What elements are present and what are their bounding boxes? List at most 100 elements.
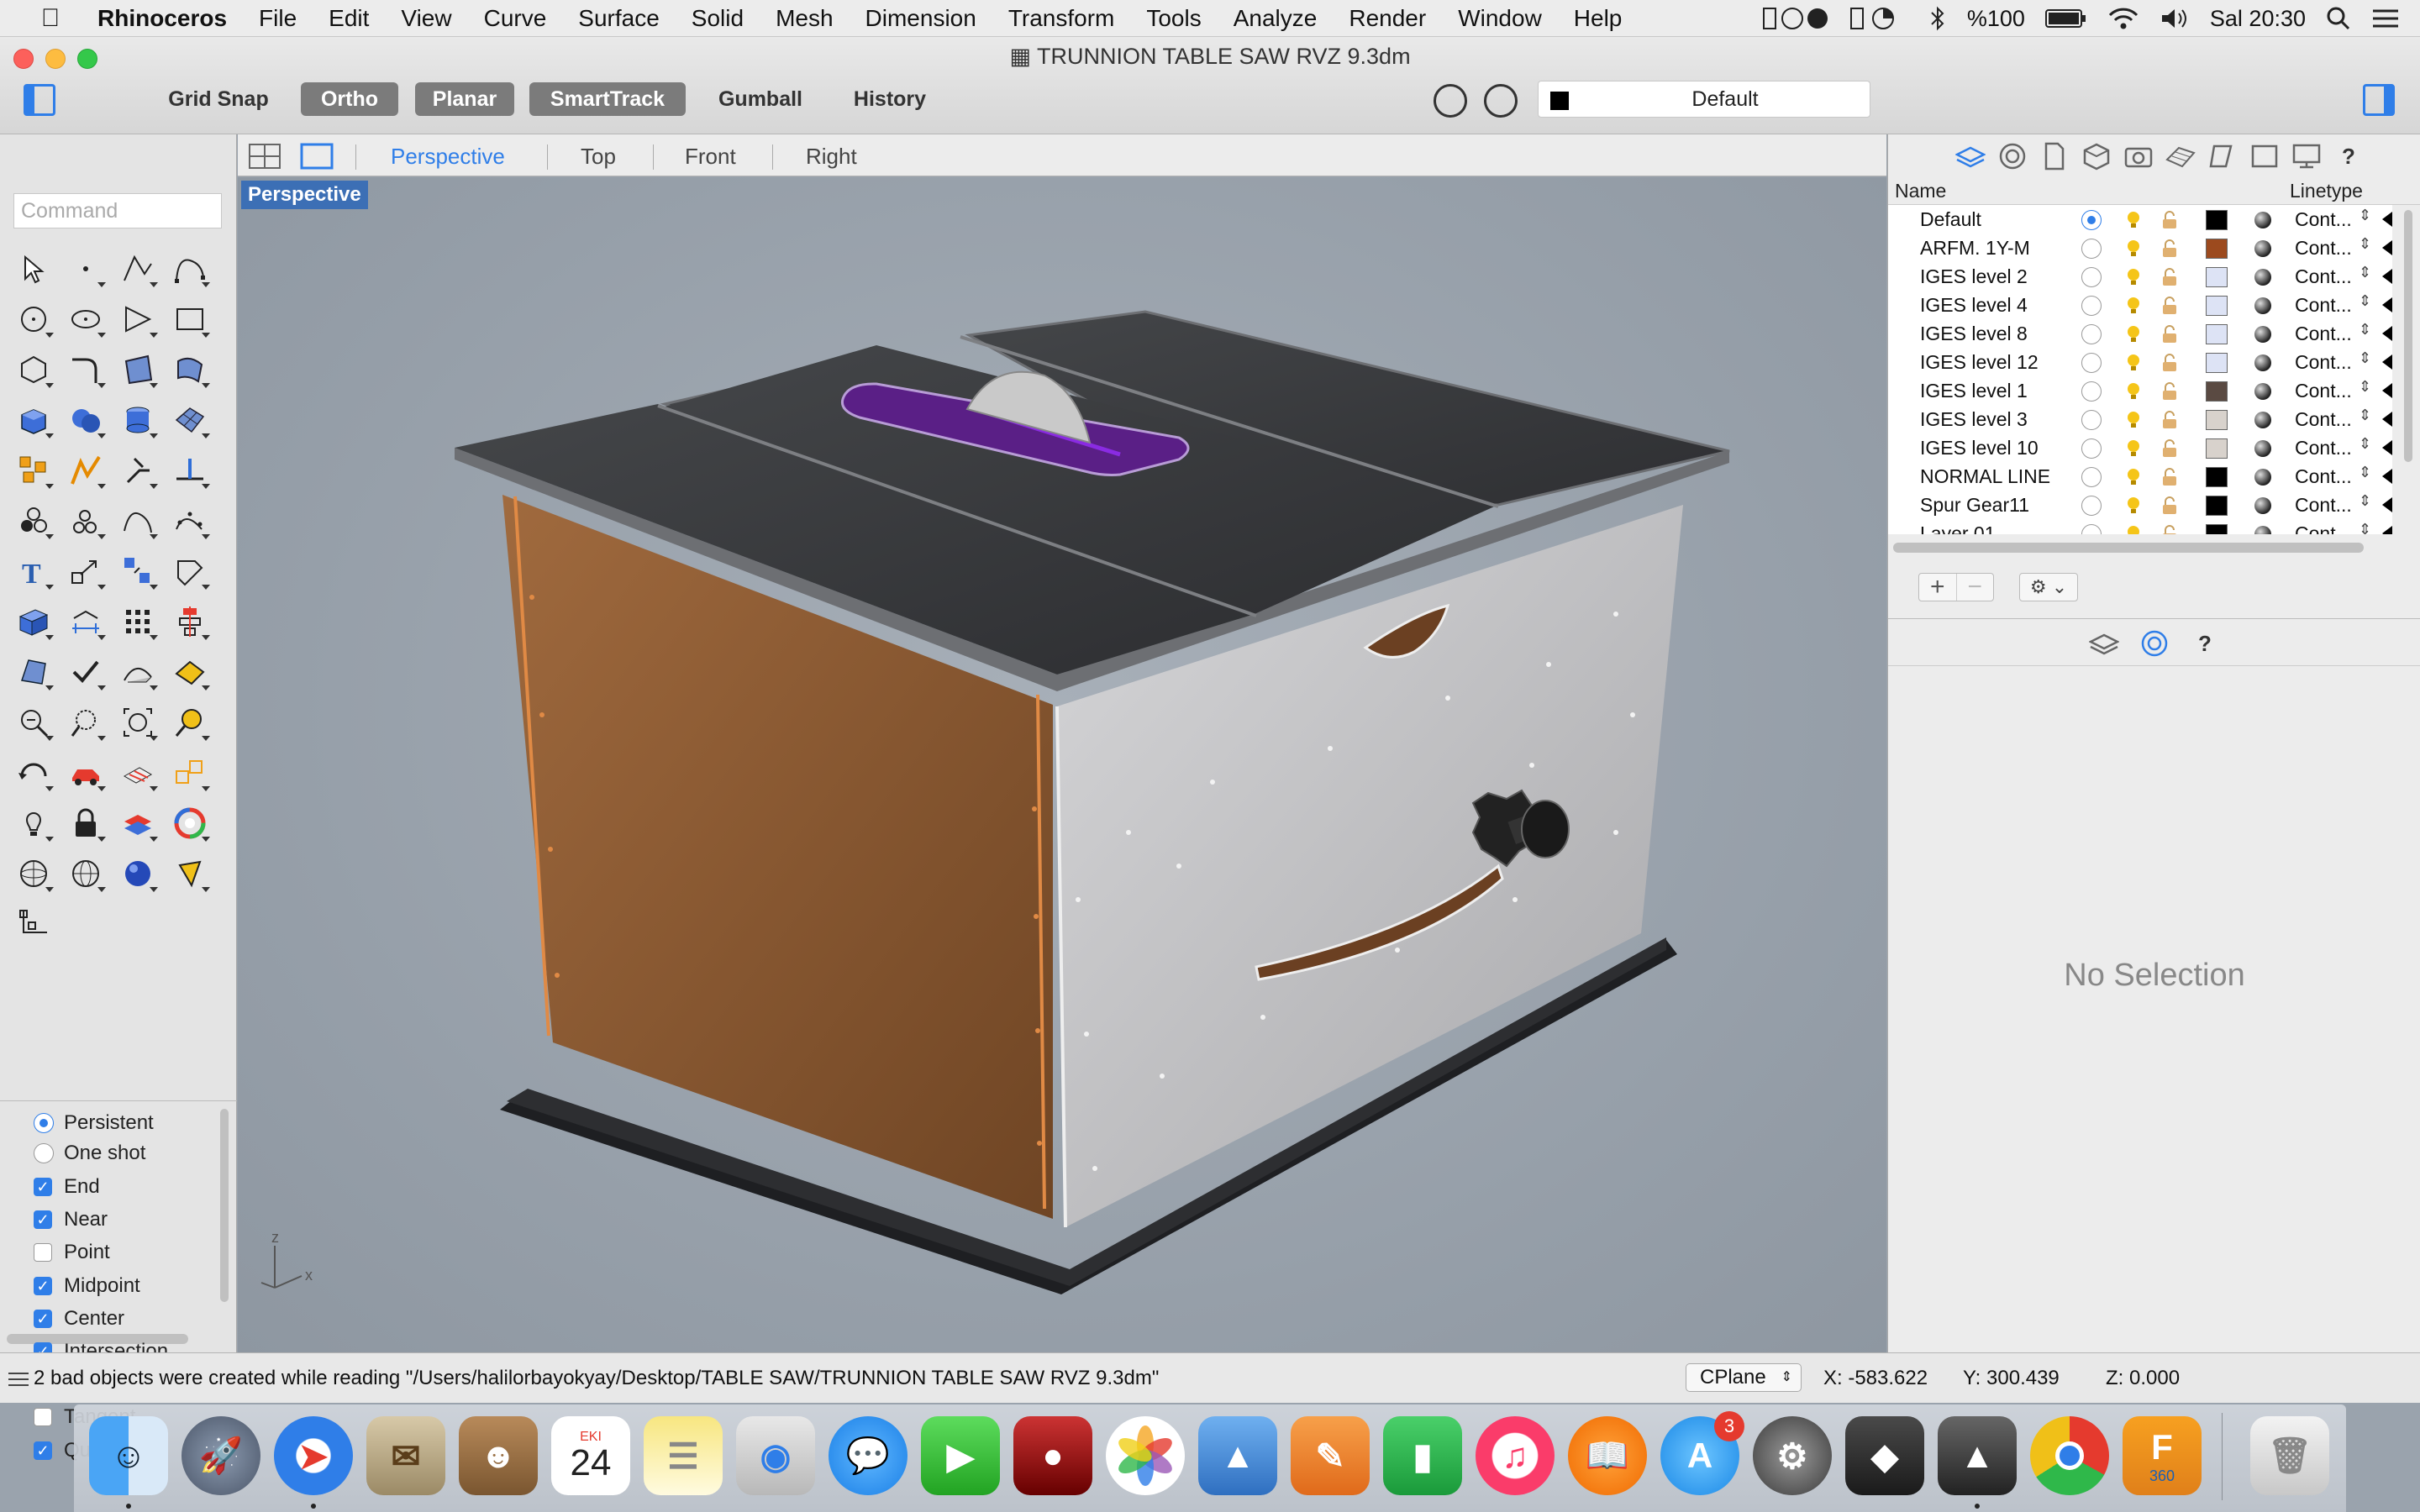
walkabout-car-icon[interactable] (60, 748, 111, 798)
updown-arrows-icon[interactable]: ⇕ (2359, 378, 2371, 396)
current-layer-radio[interactable] (2081, 381, 2102, 402)
menu-mesh[interactable]: Mesh (776, 5, 833, 32)
extrude-tool-icon[interactable] (8, 596, 59, 647)
rebuild-curve-icon[interactable] (113, 496, 163, 546)
layer-print-width-icon[interactable] (2382, 412, 2392, 427)
draft-angle-icon[interactable] (165, 546, 215, 596)
menu-file[interactable]: File (259, 5, 297, 32)
layer-name[interactable]: IGES level 4 (1920, 294, 2028, 317)
menu-view[interactable]: View (401, 5, 451, 32)
calendar-icon[interactable]: EKI 24 (551, 1416, 630, 1495)
analyze-direction-icon[interactable] (8, 647, 59, 697)
layer-list-scrollbar[interactable] (2404, 210, 2412, 462)
layer-material-icon[interactable] (2254, 497, 2271, 514)
toggle-right-sidebar-button[interactable] (2363, 84, 2395, 116)
tab-top[interactable]: Top (581, 143, 616, 170)
layer-row[interactable]: IGES level 1 Cont... ⇕ (1888, 376, 2392, 405)
layer-row[interactable]: IGES level 2 Cont... ⇕ (1888, 262, 2392, 291)
layer-material-icon[interactable] (2254, 440, 2271, 457)
layer-row[interactable]: Default Cont... ⇕ (1888, 205, 2392, 234)
scale-tool-icon[interactable] (60, 546, 111, 596)
current-layer-radio[interactable] (2081, 324, 2102, 344)
toggle-left-sidebar-button[interactable] (24, 84, 55, 116)
layer-color-swatch[interactable] (2206, 353, 2228, 373)
layer-print-width-icon[interactable] (2382, 240, 2392, 255)
cylinder-solid-icon[interactable] (113, 395, 163, 445)
explode-tool-icon[interactable] (8, 445, 59, 496)
layer-row[interactable]: IGES level 10 Cont... ⇕ (1888, 433, 2392, 462)
ellipse-tool-icon[interactable] (60, 294, 111, 344)
layer-color-swatch[interactable] (2206, 239, 2228, 259)
layer-print-width-icon[interactable] (2382, 212, 2392, 227)
layer-row[interactable]: Layer 01 Cont... ⇕ (1888, 519, 2392, 534)
menu-analyze[interactable]: Analyze (1234, 5, 1318, 32)
current-layer-radio[interactable] (2081, 353, 2102, 373)
layer-visible-bulb-icon[interactable] (2123, 410, 2144, 430)
layer-color-swatch[interactable] (2206, 496, 2228, 516)
named-views-icon[interactable] (113, 748, 163, 798)
polygon-tool-icon[interactable] (8, 344, 59, 395)
layer-lock-icon[interactable] (2160, 353, 2179, 373)
osnap-option-center[interactable]: ✓ Center (34, 1305, 124, 1333)
layer-material-icon[interactable] (2254, 412, 2271, 428)
named-cplane-icon[interactable] (165, 748, 215, 798)
layer-lock-icon[interactable] (2160, 467, 2179, 487)
notes-panel-icon[interactable] (2207, 141, 2238, 171)
zoom-selected-icon[interactable] (165, 697, 215, 748)
updown-arrows-icon[interactable]: ⇕ (2359, 435, 2371, 453)
layer-visible-bulb-icon[interactable] (2123, 324, 2144, 344)
join-tool-icon[interactable] (165, 445, 215, 496)
gumball-button[interactable]: Gumball (706, 82, 815, 116)
updown-arrows-icon[interactable]: ⇕ (2359, 464, 2371, 481)
layer-visible-bulb-icon[interactable] (2123, 381, 2144, 402)
osnap-option-point[interactable]: Point (34, 1238, 110, 1267)
render-camera-icon[interactable] (2123, 141, 2154, 171)
layer-color-swatch[interactable] (2206, 267, 2228, 287)
updown-arrows-icon[interactable]: ⇕ (2359, 235, 2371, 253)
layer-color-swatch[interactable] (2206, 210, 2228, 230)
help-icon[interactable]: ? (2190, 628, 2220, 659)
add-layer-button[interactable]: + (1919, 574, 1956, 601)
table-saw-model[interactable] (455, 310, 1730, 1294)
curvature-analysis-icon[interactable] (113, 647, 163, 697)
layer-list-hscrollbar[interactable] (1893, 543, 2364, 553)
current-layer-dropdown[interactable]: Default (1538, 81, 1870, 118)
layer-material-icon[interactable] (2254, 326, 2271, 343)
layer-options-gear-button[interactable]: ⚙ ⌄ (2019, 573, 2078, 601)
zoom-dynamic-icon[interactable] (60, 697, 111, 748)
align-tool-icon[interactable] (165, 596, 215, 647)
contacts-icon[interactable]: ☻ (459, 1416, 538, 1495)
command-input[interactable]: Command (13, 193, 222, 228)
boolean-union-icon[interactable] (60, 395, 111, 445)
layer-linetype[interactable]: Cont... (2295, 265, 2352, 288)
materials-panel-icon[interactable] (2165, 141, 2196, 171)
layer-name[interactable]: IGES level 3 (1920, 408, 2028, 431)
trash-icon[interactable]: 🗑 (2250, 1416, 2329, 1495)
finder-icon[interactable]: ☺ (89, 1416, 168, 1495)
layer-print-width-icon[interactable] (2382, 497, 2392, 512)
properties-panel-icon[interactable] (1997, 141, 2028, 171)
layer-lock-icon[interactable] (2160, 239, 2179, 259)
tab-right[interactable]: Right (806, 143, 857, 170)
photos-icon[interactable] (1106, 1416, 1185, 1495)
layer-material-icon[interactable] (2254, 269, 2271, 286)
preview-icon[interactable]: ◉ (736, 1416, 815, 1495)
layer-linetype[interactable]: Cont... (2295, 294, 2352, 317)
ortho-button[interactable]: Ortho (301, 82, 398, 116)
layer-row[interactable]: Spur Gear11 Cont... ⇕ (1888, 491, 2392, 519)
layer-color-swatch[interactable] (2206, 524, 2228, 534)
text-tool-icon[interactable]: T (8, 546, 59, 596)
layer-lock-icon[interactable] (2160, 324, 2179, 344)
box-solid-icon[interactable] (8, 395, 59, 445)
osnap-option-end[interactable]: ✓ End (34, 1173, 100, 1201)
rhinoceros-icon[interactable]: ▲ (1938, 1416, 2017, 1495)
bluetooth-icon[interactable] (1928, 5, 1947, 32)
layer-name[interactable]: IGES level 2 (1920, 265, 2028, 288)
updown-arrows-icon[interactable]: ⇕ (2359, 349, 2371, 367)
app-store-icon[interactable]: A3 (1660, 1411, 1744, 1495)
layer-visible-bulb-icon[interactable] (2123, 438, 2144, 459)
photo-booth-icon[interactable]: ● (1013, 1416, 1092, 1495)
notification-center-icon[interactable] (2371, 7, 2400, 30)
layer-linetype[interactable]: Cont... (2295, 465, 2352, 488)
safari-icon[interactable]: ➤ (274, 1416, 353, 1495)
